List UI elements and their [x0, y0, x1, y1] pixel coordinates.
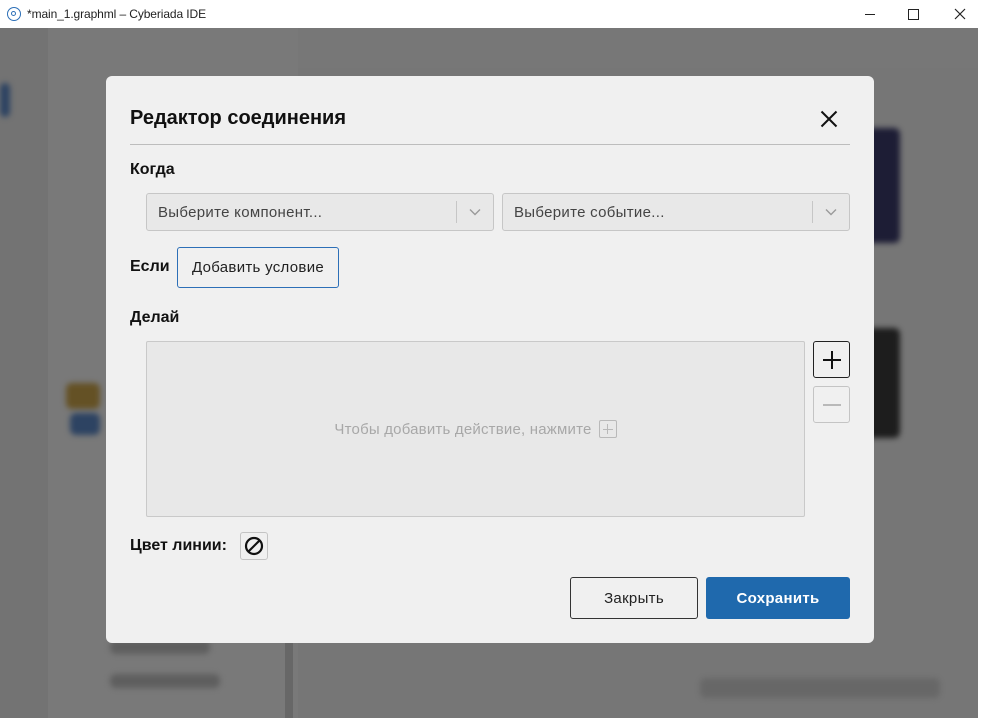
window-titlebar: *main_1.graphml – Cyberiada IDE: [0, 0, 982, 28]
maximize-button[interactable]: [890, 0, 936, 28]
actions-empty-hint: Чтобы добавить действие, нажмите: [334, 420, 617, 438]
event-select[interactable]: Выберите событие...: [502, 193, 850, 231]
window-title: *main_1.graphml – Cyberiada IDE: [27, 7, 206, 21]
actions-empty-hint-text: Чтобы добавить действие, нажмите: [334, 420, 592, 438]
plus-icon: [822, 350, 841, 369]
app-logo-icon: [7, 7, 21, 21]
component-select-placeholder: Выберите компонент...: [158, 203, 323, 221]
component-select[interactable]: Выберите компонент...: [146, 193, 494, 231]
window-edge: [978, 28, 982, 718]
close-icon: [820, 110, 838, 128]
maximize-icon: [907, 8, 919, 20]
plus-icon: [598, 420, 617, 438]
chevron-down-icon: [813, 208, 849, 216]
dialog-close-button[interactable]: [816, 106, 842, 132]
actions-list[interactable]: Чтобы добавить действие, нажмите: [146, 341, 805, 517]
if-label: Если: [130, 258, 170, 275]
line-color-picker[interactable]: [240, 532, 268, 560]
when-label: Когда: [130, 161, 175, 178]
chevron-down-icon: [457, 208, 493, 216]
add-condition-button[interactable]: Добавить условие: [177, 247, 339, 288]
title-divider: [130, 144, 850, 145]
minimize-button[interactable]: [847, 0, 893, 28]
window-close-button[interactable]: [937, 0, 982, 28]
connection-editor-dialog: Редактор соединения Когда Выберите компо…: [106, 76, 874, 643]
no-color-icon: [244, 536, 264, 556]
close-icon: [954, 8, 966, 20]
save-button[interactable]: Сохранить: [706, 577, 850, 619]
line-color-label: Цвет линии:: [130, 537, 227, 554]
event-select-placeholder: Выберите событие...: [514, 203, 665, 221]
add-action-button[interactable]: [813, 341, 850, 378]
dialog-title: Редактор соединения: [130, 107, 347, 129]
close-button[interactable]: Закрыть: [570, 577, 698, 619]
remove-action-button[interactable]: [813, 386, 850, 423]
minimize-icon: [865, 13, 875, 15]
minus-icon: [822, 403, 841, 406]
do-label: Делай: [130, 309, 180, 326]
